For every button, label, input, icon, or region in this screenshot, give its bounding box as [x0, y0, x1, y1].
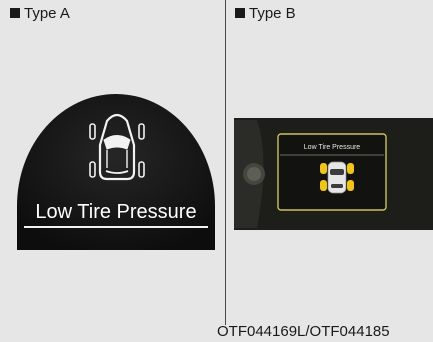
- tire-front-right: [347, 163, 354, 174]
- type-b-label-text: Type B: [249, 5, 296, 22]
- type-b-display-text: Low Tire Pressure: [304, 144, 361, 151]
- square-bullet-icon: [235, 8, 245, 18]
- knob-icon: [243, 163, 265, 185]
- figure-code: OTF044169L/OTF044185: [217, 323, 390, 340]
- type-b-label: Type B: [235, 5, 296, 23]
- type-a-display: Low Tire Pressure: [17, 94, 215, 250]
- type-b-display: Low Tire Pressure: [234, 118, 433, 230]
- figure: Type A Type B Low Tire Pressure Low Tire…: [0, 0, 433, 342]
- tire-front-left: [320, 163, 327, 174]
- type-a-display-text: Low Tire Pressure: [35, 201, 196, 223]
- tire-rear-left: [320, 180, 327, 191]
- tire-rear-right: [347, 180, 354, 191]
